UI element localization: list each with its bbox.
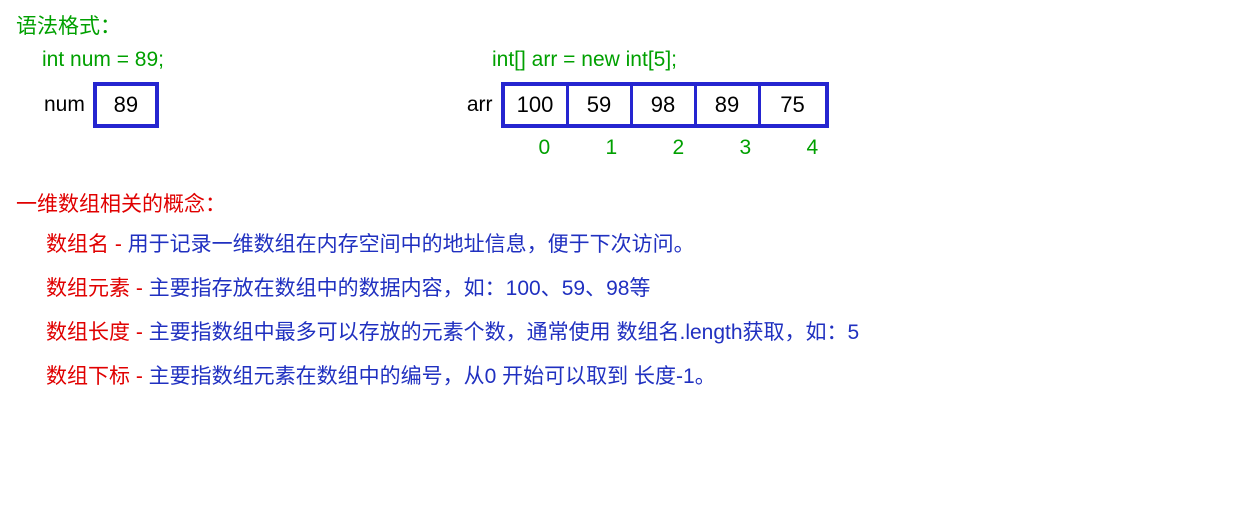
concept-0-dash: -	[109, 233, 128, 256]
var-value: 89	[114, 92, 138, 118]
arr-cell-2: 98	[633, 86, 697, 124]
arr-cell-4: 75	[761, 86, 825, 124]
arr-index-4: 4	[779, 136, 846, 160]
arr-cells: 100 59 98 89 75	[501, 82, 829, 128]
concept-1: 数组元素 - 主要指存放在数组中的数据内容，如：100、59、98等	[46, 272, 1242, 302]
arr-index-1: 1	[578, 136, 645, 160]
concept-0-term: 数组名	[46, 233, 109, 256]
arr-cell-0: 100	[505, 86, 569, 124]
arr-cell-1: 59	[569, 86, 633, 124]
concept-3: 数组下标 - 主要指数组元素在数组中的编号，从0 开始可以取到 长度-1。	[46, 360, 1242, 390]
concept-2-term: 数组长度	[46, 321, 130, 344]
var-declaration: int num = 89;	[42, 48, 492, 72]
concept-1-term: 数组元素	[46, 277, 130, 300]
concept-2: 数组长度 - 主要指数组中最多可以存放的元素个数，通常使用 数组名.length…	[46, 316, 1242, 346]
memory-diagram: num 89 arr 100 59 98 89 75 0 1 2 3 4	[44, 82, 1242, 160]
arr-label: arr	[467, 93, 493, 117]
concept-2-dash: -	[130, 321, 149, 344]
concept-0: 数组名 - 用于记录一维数组在内存空间中的地址信息，便于下次访问。	[46, 228, 1242, 258]
arr-cell-3: 89	[697, 86, 761, 124]
var-box: 89	[93, 82, 159, 128]
concept-3-term: 数组下标	[46, 365, 130, 388]
concept-3-desc: 主要指数组元素在数组中的编号，从0 开始可以取到 长度-1。	[149, 365, 716, 388]
arr-index-3: 3	[712, 136, 779, 160]
arr-index-0: 0	[511, 136, 578, 160]
single-var-block: num 89	[44, 82, 159, 128]
concept-1-desc: 主要指存放在数组中的数据内容，如：100、59、98等	[149, 277, 651, 300]
arr-indices: 0 1 2 3 4	[511, 136, 846, 160]
concept-1-dash: -	[130, 277, 149, 300]
concept-2-desc: 主要指数组中最多可以存放的元素个数，通常使用 数组名.length获取，如：5	[149, 321, 860, 344]
array-block: arr 100 59 98 89 75 0 1 2 3 4	[467, 82, 846, 160]
concept-3-dash: -	[130, 365, 149, 388]
syntax-title: 语法格式：	[16, 10, 1242, 40]
syntax-declarations: int num = 89; int[] arr = new int[5];	[42, 48, 1242, 72]
concept-0-desc: 用于记录一维数组在内存空间中的地址信息，便于下次访问。	[128, 233, 695, 256]
arr-declaration: int[] arr = new int[5];	[492, 48, 677, 72]
arr-index-2: 2	[645, 136, 712, 160]
concepts-title: 一维数组相关的概念：	[16, 188, 1242, 218]
var-label: num	[44, 93, 85, 117]
